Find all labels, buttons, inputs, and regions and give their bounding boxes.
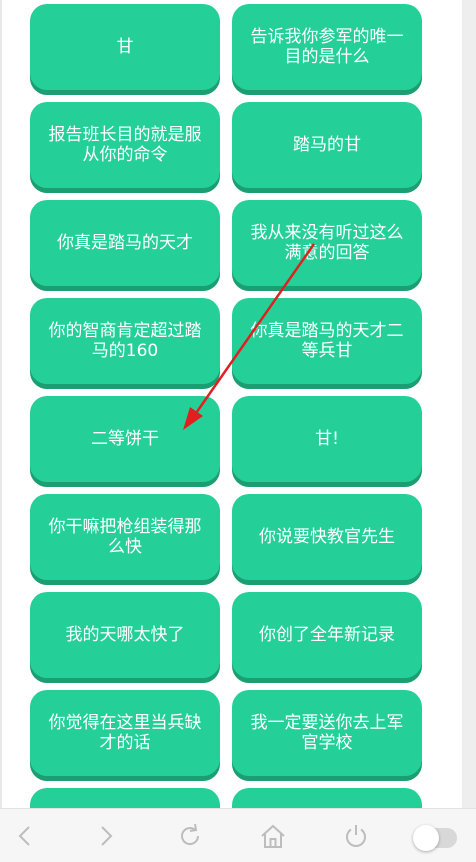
- sound-button-17[interactable]: [30, 788, 220, 808]
- sound-button-label: 你觉得在这里当兵缺才的话: [48, 713, 202, 753]
- sound-button-3[interactable]: 报告班长目的就是服从你的命令: [30, 102, 220, 188]
- refresh-icon[interactable]: [175, 821, 205, 851]
- sound-button-16[interactable]: 我一定要送你去上军官学校: [232, 690, 422, 776]
- home-icon[interactable]: [258, 821, 288, 851]
- power-icon[interactable]: [341, 821, 371, 851]
- sound-button-6[interactable]: 我从来没有听过这么满意的回答: [232, 200, 422, 286]
- forward-icon[interactable]: [91, 821, 121, 851]
- sound-button-label: 你干嘛把枪组装得那么快: [48, 517, 202, 557]
- sound-button-label: 你创了全年新记录: [259, 625, 395, 645]
- sound-button-label: 我一定要送你去上军官学校: [250, 713, 404, 753]
- sound-button-13[interactable]: 我的天哪太快了: [30, 592, 220, 678]
- sound-button-2[interactable]: 告诉我你参军的唯一目的是什么: [232, 4, 422, 90]
- scrollbar[interactable]: [462, 0, 476, 808]
- sound-button-label: 二等饼干: [91, 429, 159, 449]
- sound-button-8[interactable]: 你真是踏马的天才二等兵甘: [232, 298, 422, 384]
- sound-button-label: 我的天哪太快了: [65, 625, 185, 645]
- sound-button-label: 你说要快教官先生: [259, 527, 395, 547]
- sound-button-label: 你真是踏马的天才: [57, 233, 193, 253]
- sound-button-11[interactable]: 你干嘛把枪组装得那么快: [30, 494, 220, 580]
- toggle-knob[interactable]: [413, 825, 439, 851]
- sound-button-label: 踏马的甘: [293, 135, 361, 155]
- sound-button-7[interactable]: 你的智商肯定超过踏马的160: [30, 298, 220, 384]
- sound-button-label: 你真是踏马的天才二等兵甘: [250, 321, 404, 361]
- sound-button-1[interactable]: 甘: [30, 4, 220, 90]
- sound-button-9[interactable]: 二等饼干: [30, 396, 220, 482]
- sound-button-label: 告诉我你参军的唯一目的是什么: [250, 27, 404, 67]
- sound-button-label: 你的智商肯定超过踏马的160: [48, 321, 202, 361]
- sound-button-label: 报告班长目的就是服从你的命令: [48, 125, 202, 165]
- sound-button-label: 我从来没有听过这么满意的回答: [250, 223, 404, 263]
- mode-toggle[interactable]: [413, 825, 457, 851]
- sound-button-12[interactable]: 你说要快教官先生: [232, 494, 422, 580]
- sound-button-label: 甘: [116, 37, 134, 57]
- sound-button-4[interactable]: 踏马的甘: [232, 102, 422, 188]
- sound-button-label: 甘!: [315, 429, 339, 449]
- soundboard-grid: 甘 告诉我你参军的唯一目的是什么 报告班长目的就是服从你的命令 踏马的甘 你真是…: [0, 0, 462, 808]
- sound-button-14[interactable]: 你创了全年新记录: [232, 592, 422, 678]
- sound-button-10[interactable]: 甘!: [232, 396, 422, 482]
- sound-button-5[interactable]: 你真是踏马的天才: [30, 200, 220, 286]
- browser-bottom-bar: [0, 808, 476, 862]
- sound-button-15[interactable]: 你觉得在这里当兵缺才的话: [30, 690, 220, 776]
- back-icon[interactable]: [10, 821, 40, 851]
- sound-button-18[interactable]: [232, 788, 422, 808]
